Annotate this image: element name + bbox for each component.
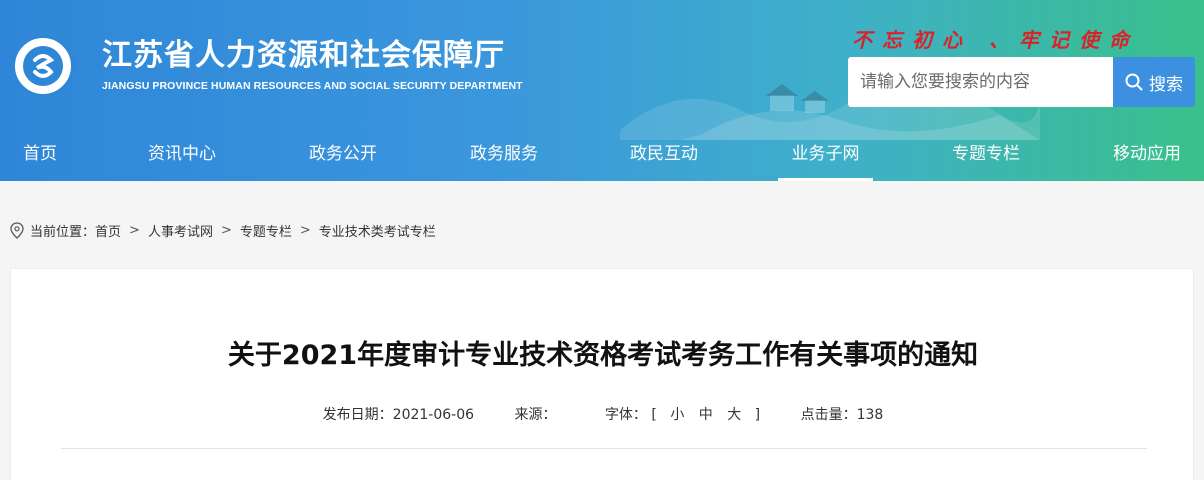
source-label: 来源： bbox=[514, 407, 557, 423]
breadcrumb-separator: > bbox=[220, 222, 232, 238]
site-title: 江苏省人力资源和社会保障厅 bbox=[102, 38, 505, 73]
breadcrumb-topics[interactable]: 专题专栏 bbox=[240, 221, 292, 240]
font-size-control: 字体： [ 小 中 大 ] bbox=[605, 407, 765, 423]
font-size-small[interactable]: 小 bbox=[670, 407, 684, 423]
divider bbox=[61, 448, 1147, 449]
breadcrumb-professional-exams[interactable]: 专业技术类考试专栏 bbox=[319, 221, 436, 240]
breadcrumb-separator: > bbox=[299, 222, 311, 238]
font-size-medium[interactable]: 中 bbox=[699, 407, 713, 423]
site-header: 江苏省人力资源和社会保障厅 JIANGSU PROVINCE HUMAN RES… bbox=[0, 0, 1204, 181]
font-size-large[interactable]: 大 bbox=[727, 407, 741, 423]
publish-date: 发布日期：2021-06-06 bbox=[323, 407, 474, 423]
search-icon bbox=[1125, 73, 1143, 91]
source: 来源： bbox=[514, 407, 556, 423]
location-pin-icon bbox=[10, 221, 24, 239]
nav-item-gov-service[interactable]: 政务服务 bbox=[460, 130, 548, 181]
breadcrumb-exam-net[interactable]: 人事考试网 bbox=[148, 221, 213, 240]
search-button[interactable]: 搜索 bbox=[1113, 57, 1195, 107]
font-size-open-bracket: [ bbox=[651, 407, 657, 423]
click-count-value: 138 bbox=[856, 407, 884, 423]
article-meta: 发布日期：2021-06-06 来源： 字体： [ 小 中 大 ] 点击量：13… bbox=[11, 404, 1195, 424]
nav-item-mobile[interactable]: 移动应用 bbox=[1103, 130, 1191, 181]
article-container: 关于2021年度审计专业技术资格考试考务工作有关事项的通知 发布日期：2021-… bbox=[10, 268, 1194, 480]
breadcrumb: 当前位置： 首页 > 人事考试网 > 专题专栏 > 专业技术类考试专栏 bbox=[10, 220, 436, 240]
nav-item-topics[interactable]: 专题专栏 bbox=[942, 130, 1030, 181]
nav-item-home[interactable]: 首页 bbox=[6, 130, 74, 181]
search-input[interactable] bbox=[848, 57, 1113, 107]
publish-date-label: 发布日期： bbox=[322, 407, 393, 423]
logo-emblem-icon bbox=[16, 39, 70, 93]
article-title: 关于2021年度审计专业技术资格考试考务工作有关事项的通知 bbox=[227, 340, 979, 371]
breadcrumb-home[interactable]: 首页 bbox=[95, 221, 121, 240]
font-size-close-bracket: ] bbox=[754, 407, 761, 423]
search-button-label: 搜索 bbox=[1149, 74, 1183, 95]
click-count: 点击量：138 bbox=[801, 407, 884, 423]
breadcrumb-prefix: 当前位置： bbox=[30, 224, 96, 240]
click-count-label: 点击量： bbox=[800, 407, 857, 423]
site-logo[interactable] bbox=[12, 35, 74, 97]
font-size-label: 字体： bbox=[604, 407, 647, 423]
main-nav: 首页 资讯中心 政务公开 政务服务 政民互动 业务子网 专题专栏 移动应用 bbox=[0, 130, 1204, 181]
nav-item-subnets[interactable]: 业务子网 bbox=[778, 130, 873, 181]
nav-item-gov-open[interactable]: 政务公开 bbox=[299, 130, 387, 181]
breadcrumb-separator: > bbox=[129, 222, 140, 238]
slogan: 不忘初心 、牢记使命 bbox=[852, 28, 1139, 52]
nav-item-interaction[interactable]: 政民互动 bbox=[620, 130, 708, 181]
publish-date-value: 2021-06-06 bbox=[392, 407, 475, 423]
nav-item-news[interactable]: 资讯中心 bbox=[138, 130, 226, 181]
site-subtitle: JIANGSU PROVINCE HUMAN RESOURCES AND SOC… bbox=[102, 80, 523, 92]
